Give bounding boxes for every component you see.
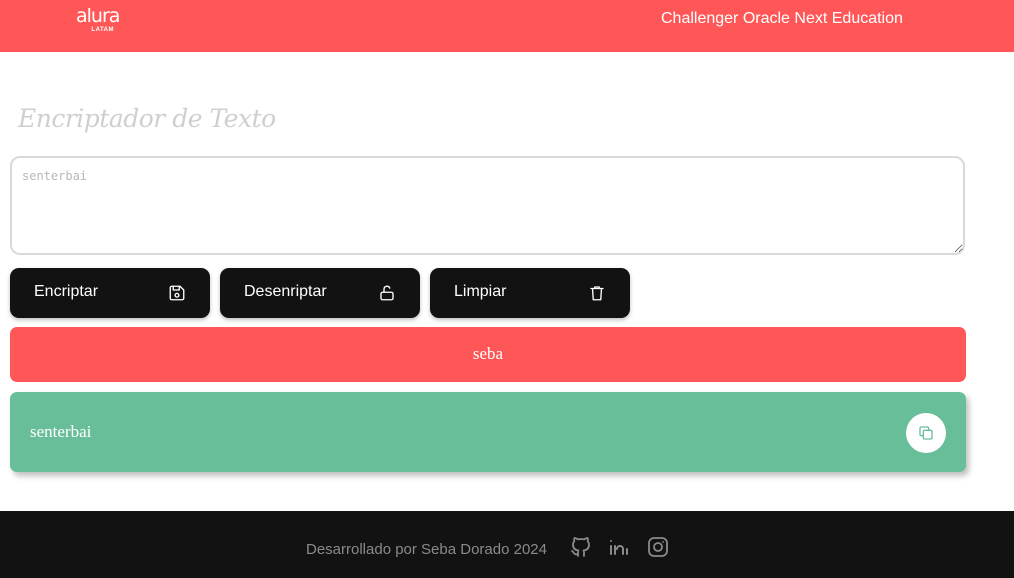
logo-subtext: LATAM bbox=[91, 27, 115, 33]
result-output-panel: senterbai bbox=[10, 392, 966, 472]
clear-button[interactable]: Limpiar bbox=[430, 268, 630, 318]
encrypt-button[interactable]: Encriptar bbox=[10, 268, 210, 318]
github-icon[interactable] bbox=[569, 535, 593, 559]
page-title: Encriptador de Texto bbox=[18, 104, 276, 133]
trash-icon bbox=[590, 286, 604, 301]
header-title: Challenger Oracle Next Education bbox=[661, 10, 903, 27]
instagram-icon[interactable] bbox=[646, 535, 670, 559]
encrypt-button-label: Encriptar bbox=[34, 283, 99, 300]
logo-text: alura bbox=[76, 5, 120, 27]
alura-logo[interactable]: alura LATAM bbox=[76, 5, 120, 34]
copy-button[interactable] bbox=[906, 413, 946, 453]
app-header: alura LATAM Challenger Oracle Next Educa… bbox=[0, 0, 1014, 52]
footer-credit: Desarrollado por Seba Dorado 2024 bbox=[306, 541, 547, 558]
copy-icon bbox=[919, 426, 933, 440]
clear-button-label: Limpiar bbox=[454, 283, 507, 300]
result-output-text: senterbai bbox=[30, 422, 92, 441]
app-footer: Desarrollado por Seba Dorado 2024 bbox=[0, 511, 1014, 578]
decrypt-button[interactable]: Desenriptar bbox=[220, 268, 420, 318]
text-input[interactable] bbox=[10, 156, 965, 255]
decrypt-button-label: Desenriptar bbox=[244, 283, 327, 300]
save-icon bbox=[169, 285, 185, 301]
result-primary-panel: seba bbox=[10, 327, 966, 382]
result-primary-text: seba bbox=[472, 344, 504, 363]
unlock-icon bbox=[380, 285, 394, 301]
linkedin-icon[interactable] bbox=[607, 535, 631, 559]
